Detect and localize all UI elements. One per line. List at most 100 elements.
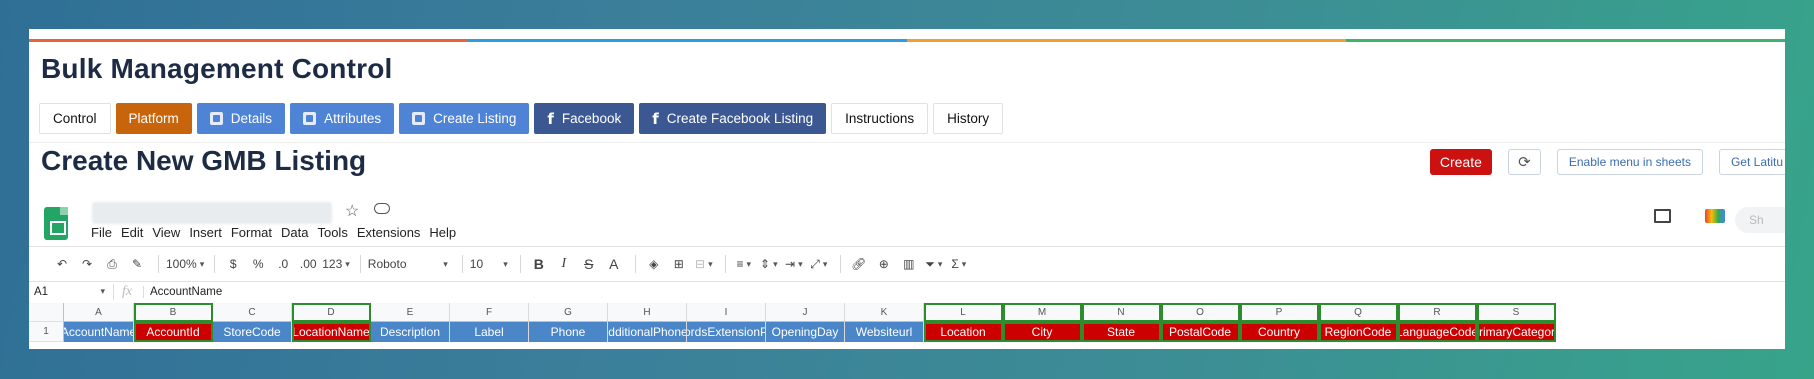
header-cell-c[interactable]: StoreCode — [213, 322, 292, 342]
menu-format[interactable]: Format — [231, 225, 272, 240]
menu-view[interactable]: View — [152, 225, 180, 240]
filter-icon[interactable]: ⏷ — [923, 253, 945, 275]
currency-format-button[interactable]: $ — [222, 253, 244, 275]
column-header-f[interactable]: F — [450, 303, 529, 322]
redo-icon[interactable]: ↷ — [76, 253, 98, 275]
name-box[interactable]: A1 — [29, 286, 113, 298]
zoom-select[interactable]: 100% — [166, 253, 204, 275]
column-header-g[interactable]: G — [529, 303, 608, 322]
menu-help[interactable]: Help — [429, 225, 456, 240]
sheets-logo-icon[interactable] — [44, 207, 68, 240]
document-name-redacted[interactable] — [92, 202, 332, 224]
header-cell-k[interactable]: Websiteurl — [845, 322, 924, 342]
header-cell-r[interactable]: LanguageCode — [1398, 322, 1477, 342]
increase-decimal-button[interactable]: .00 — [297, 253, 319, 275]
meet-icon[interactable] — [1705, 209, 1725, 223]
tab-create-facebook-listing[interactable]: f Create Facebook Listing — [639, 103, 827, 134]
header-cell-l[interactable]: Location — [924, 322, 1003, 342]
header-cell-p[interactable]: Country — [1240, 322, 1319, 342]
font-size-select[interactable]: 10 — [470, 253, 510, 275]
vertical-align-icon[interactable]: ⇕ — [758, 253, 780, 275]
font-select[interactable]: Roboto — [368, 253, 452, 275]
percent-format-button[interactable]: % — [247, 253, 269, 275]
text-rotation-icon[interactable]: ⤢ — [808, 253, 830, 275]
menu-extensions[interactable]: Extensions — [357, 225, 421, 240]
insert-chart-icon[interactable]: ▥ — [898, 253, 920, 275]
share-button[interactable]: Sh — [1735, 207, 1785, 233]
text-color-button[interactable]: A — [603, 253, 625, 275]
insert-comment-icon[interactable]: ⊕ — [873, 253, 895, 275]
header-cell-e[interactable]: Description — [371, 322, 450, 342]
insert-link-icon[interactable]: 🔗︎ — [848, 253, 870, 275]
menu-tools[interactable]: Tools — [317, 225, 347, 240]
enable-menu-button[interactable]: Enable menu in sheets — [1556, 149, 1703, 175]
tab-instructions[interactable]: Instructions — [831, 103, 929, 134]
column-header-a[interactable]: A — [64, 303, 134, 322]
undo-icon[interactable]: ↶ — [51, 253, 73, 275]
menu-data[interactable]: Data — [281, 225, 308, 240]
create-button[interactable]: Create — [1429, 149, 1492, 175]
strikethrough-button[interactable]: S — [578, 253, 600, 275]
functions-icon[interactable]: Σ — [948, 253, 970, 275]
menu-edit[interactable]: Edit — [121, 225, 143, 240]
comment-icon[interactable] — [1654, 209, 1671, 223]
column-header-h[interactable]: H — [608, 303, 687, 322]
fill-color-icon[interactable]: ◈ — [643, 253, 665, 275]
text-wrap-icon[interactable]: ⇥ — [783, 253, 805, 275]
column-header-q[interactable]: Q — [1319, 303, 1398, 322]
menu-insert[interactable]: Insert — [189, 225, 222, 240]
column-header-l[interactable]: L — [924, 303, 1003, 322]
number-format-select[interactable]: 123 — [322, 253, 350, 275]
horizontal-align-icon[interactable]: ≡ — [733, 253, 755, 275]
tab-details[interactable]: Details — [196, 103, 286, 134]
header-cell-q[interactable]: RegionCode — [1319, 322, 1398, 342]
column-header-r[interactable]: R — [1398, 303, 1477, 322]
cloud-status-icon[interactable] — [374, 203, 390, 214]
tab-create-listing[interactable]: Create Listing — [399, 103, 530, 134]
column-header-m[interactable]: M — [1003, 303, 1082, 322]
tab-label: Create Listing — [433, 111, 517, 126]
decrease-decimal-button[interactable]: .0 — [272, 253, 294, 275]
column-header-d[interactable]: D — [292, 303, 371, 322]
column-header-p[interactable]: P — [1240, 303, 1319, 322]
column-header-k[interactable]: K — [845, 303, 924, 322]
column-header-i[interactable]: I — [687, 303, 766, 322]
header-cell-m[interactable]: City — [1003, 322, 1082, 342]
merge-cells-icon[interactable]: ⊟ — [693, 253, 715, 275]
header-cell-d[interactable]: LocationName — [292, 322, 371, 342]
refresh-button[interactable]: ⟳ — [1507, 149, 1541, 175]
menu-file[interactable]: File — [91, 225, 112, 240]
tab-facebook[interactable]: f Facebook — [534, 103, 635, 134]
column-header-o[interactable]: O — [1161, 303, 1240, 322]
column-header-s[interactable]: S — [1477, 303, 1556, 322]
get-latitude-button[interactable]: Get Latitu — [1718, 149, 1785, 175]
header-cell-f[interactable]: Label — [450, 322, 529, 342]
paint-format-icon[interactable]: ✎ — [126, 253, 148, 275]
print-icon[interactable]: ⎙ — [101, 253, 123, 275]
column-header-c[interactable]: C — [213, 303, 292, 322]
borders-icon[interactable]: ⊞ — [668, 253, 690, 275]
column-header-j[interactable]: J — [766, 303, 845, 322]
column-header-n[interactable]: N — [1082, 303, 1161, 322]
tab-control[interactable]: Control — [39, 103, 111, 134]
header-cell-h[interactable]: AdditionalPhones — [608, 322, 687, 342]
tab-attributes[interactable]: Attributes — [290, 103, 395, 134]
formula-input[interactable]: AccountName — [143, 286, 222, 298]
header-cell-i[interactable]: eordsExtensionPh — [687, 322, 766, 342]
header-cell-j[interactable]: OpeningDay — [766, 322, 845, 342]
select-all-corner[interactable] — [29, 303, 64, 322]
header-cell-g[interactable]: Phone — [529, 322, 608, 342]
header-cell-s[interactable]: PrimaryCategory — [1477, 322, 1556, 342]
bold-button[interactable]: B — [528, 253, 550, 275]
header-cell-n[interactable]: State — [1082, 322, 1161, 342]
tab-platform[interactable]: Platform — [115, 103, 192, 134]
header-cell-b[interactable]: AccountId — [134, 322, 213, 342]
header-cell-a[interactable]: AccountName — [64, 322, 134, 342]
tab-history[interactable]: History — [933, 103, 1004, 134]
star-icon[interactable]: ☆ — [345, 201, 359, 221]
column-header-b[interactable]: B — [134, 303, 213, 322]
column-header-e[interactable]: E — [371, 303, 450, 322]
row-header[interactable]: 1 — [29, 322, 64, 342]
header-cell-o[interactable]: PostalCode — [1161, 322, 1240, 342]
italic-button[interactable]: I — [553, 253, 575, 275]
